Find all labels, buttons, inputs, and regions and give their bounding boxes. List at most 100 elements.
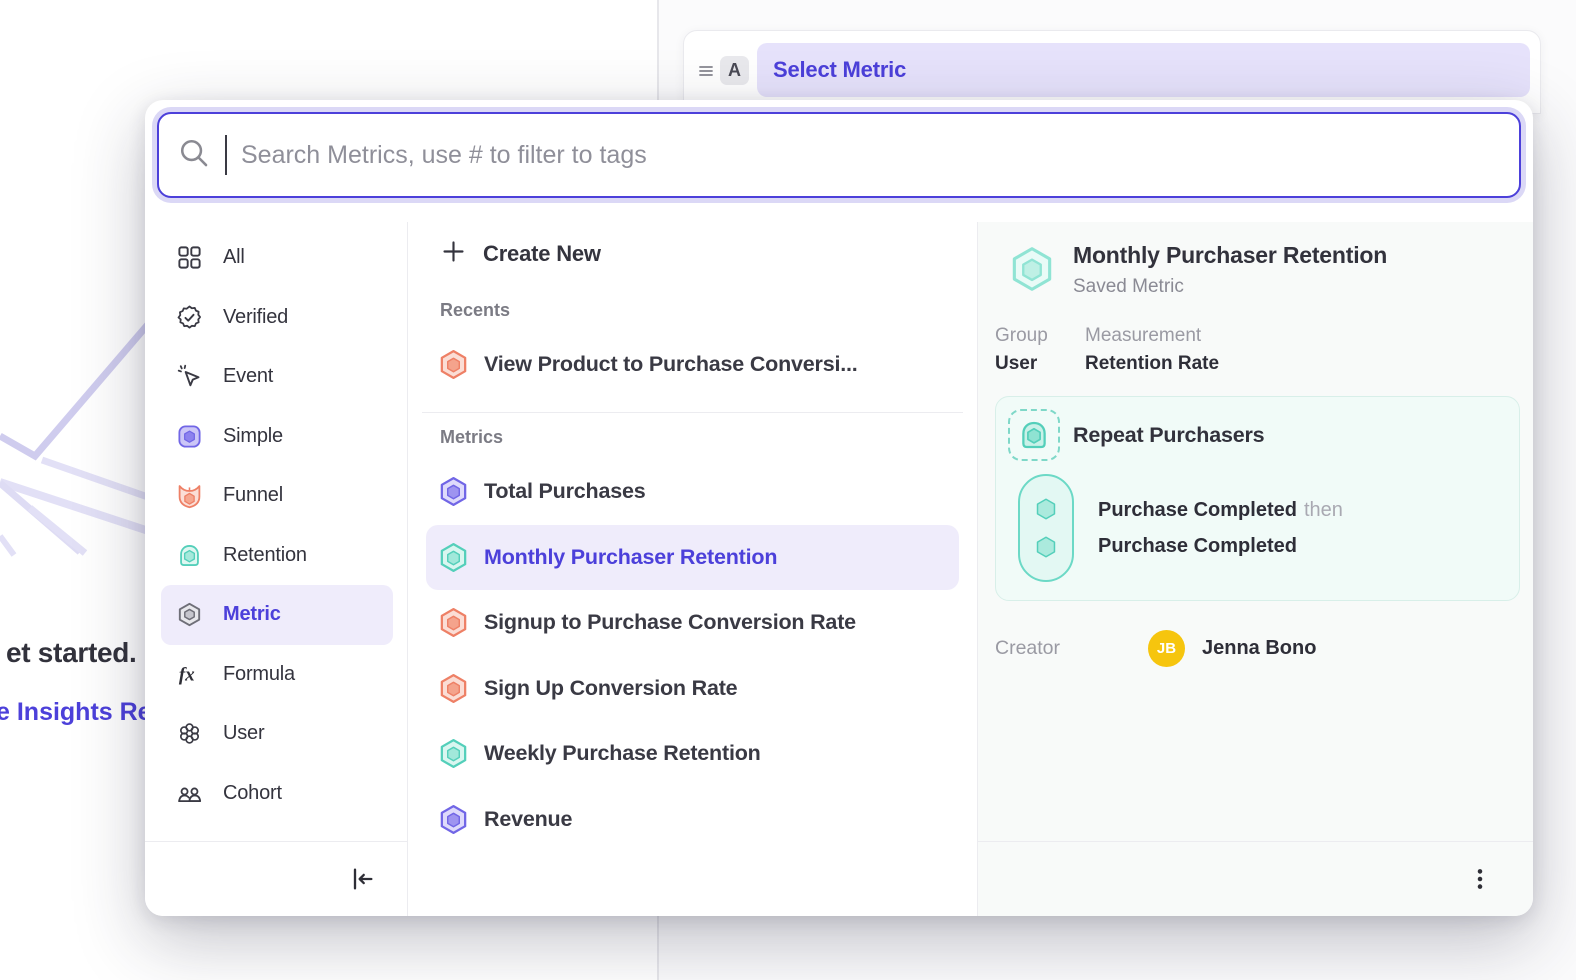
plus-icon (440, 238, 467, 270)
definition-step: Purchase Completed (1098, 535, 1343, 558)
preview-title: Monthly Purchaser Retention (1073, 242, 1387, 269)
step-hexagon-icon (1034, 535, 1058, 559)
sidebar-item-label: Formula (223, 663, 295, 686)
metric-preview-panel: Monthly Purchaser Retention Saved Metric… (978, 222, 1533, 916)
teal-hexagon-icon (437, 541, 470, 574)
grid-icon (176, 244, 203, 271)
metric-list-item[interactable]: Revenue (426, 787, 959, 853)
orange-hexagon-icon (437, 348, 470, 381)
kebab-menu-icon (1467, 866, 1493, 892)
sidebar-item-label: User (223, 722, 264, 745)
retention-definition-icon (1008, 409, 1060, 461)
search-icon (177, 136, 211, 175)
teal-hexagon-icon (437, 737, 470, 770)
purple-hexagon-icon (437, 475, 470, 508)
sidebar-item-label: Cohort (223, 782, 282, 805)
preview-header: Monthly Purchaser Retention Saved Metric (995, 242, 1520, 298)
sidebar-item-label: Metric (223, 603, 281, 626)
orange-hexagon-icon (437, 672, 470, 705)
metric-label: Revenue (484, 807, 572, 832)
create-new-label: Create New (483, 241, 601, 267)
event-cursor-icon (176, 363, 203, 390)
sidebar-item-user[interactable]: User (161, 704, 393, 764)
search-input[interactable] (241, 141, 1501, 170)
sidebar-item-label: Retention (223, 544, 307, 567)
step-event-name: Purchase Completed (1098, 535, 1297, 557)
preview-footer (978, 841, 1533, 916)
select-metric-field[interactable]: Select Metric (757, 43, 1530, 97)
metric-label: Monthly Purchaser Retention (484, 545, 777, 570)
query-letter-badge: A (720, 56, 749, 85)
creator-avatar[interactable]: JB (1148, 630, 1185, 667)
metric-hexagon-icon (176, 601, 203, 628)
sidebar-item-formula[interactable]: fx Formula (161, 645, 393, 705)
section-title: Recents (426, 300, 959, 332)
preview-subtitle: Saved Metric (1073, 276, 1387, 298)
modal-body: All Verified Event Simple Funnel Retention Met… (145, 222, 1533, 916)
step-event-name: Purchase Completed (1098, 499, 1297, 521)
collapse-sidebar-button[interactable] (343, 860, 381, 898)
retention-steps-capsule (1018, 474, 1074, 582)
metric-list-item[interactable]: View Product to Purchase Conversi... (426, 332, 959, 398)
creator-row: Creator JB Jenna Bono (995, 630, 1520, 667)
definition-step: Purchase Completed then (1098, 499, 1343, 522)
svg-text:fx: fx (179, 664, 195, 685)
sidebar-item-simple[interactable]: Simple (161, 407, 393, 467)
get-started-text: et started. (6, 637, 137, 669)
sidebar-item-event[interactable]: Event (161, 347, 393, 407)
measurement-label: Measurement (1085, 325, 1219, 347)
sidebar-item-retention[interactable]: Retention (161, 526, 393, 586)
metric-list-item[interactable]: Signup to Purchase Conversion Rate (426, 590, 959, 656)
screen: et started. e Insights Re A Select Metri… (0, 0, 1576, 980)
sidebar-item-label: Verified (223, 306, 288, 329)
search-box[interactable] (157, 112, 1521, 198)
create-new-button[interactable]: Create New (426, 222, 959, 286)
step-connector: then (1304, 499, 1343, 521)
sidebar-item-metric[interactable]: Metric (161, 585, 393, 645)
sidebar-item-verified[interactable]: Verified (161, 288, 393, 348)
verified-seal-icon (176, 304, 203, 331)
simple-square-icon (176, 423, 203, 450)
formula-fx-icon: fx (176, 661, 203, 688)
metric-list-item[interactable]: Total Purchases (426, 459, 959, 525)
sidebar-item-cohort[interactable]: Cohort (161, 764, 393, 824)
section-divider (422, 412, 963, 414)
group-label: Group (995, 325, 1085, 347)
search-area (145, 100, 1533, 198)
definition-header: Repeat Purchasers (1008, 409, 1503, 461)
metric-list-item[interactable]: Sign Up Conversion Rate (426, 656, 959, 722)
metric-label: Total Purchases (484, 479, 646, 504)
metric-picker-modal: All Verified Event Simple Funnel Retention Met… (145, 100, 1533, 916)
sidebar-item-label: Event (223, 365, 273, 388)
sidebar-item-label: Funnel (223, 484, 283, 507)
orange-hexagon-icon (437, 606, 470, 639)
purple-hexagon-icon (437, 803, 470, 836)
metric-list-item[interactable]: Weekly Purchase Retention (426, 721, 959, 787)
preview-meta: Group User Measurement Retention Rate (995, 325, 1520, 375)
select-metric-label: Select Metric (773, 57, 906, 83)
more-options-button[interactable] (1461, 860, 1499, 898)
group-value: User (995, 353, 1085, 375)
text-caret (225, 135, 227, 175)
collapse-left-icon (348, 865, 376, 893)
metric-list-item[interactable]: Monthly Purchaser Retention (426, 525, 959, 591)
metric-label: Sign Up Conversion Rate (484, 676, 737, 701)
metric-label: Weekly Purchase Retention (484, 741, 761, 766)
insights-report-link[interactable]: e Insights Re (0, 698, 152, 727)
sidebar-item-all[interactable]: All (161, 228, 393, 288)
user-cluster-icon (176, 720, 203, 747)
creator-label: Creator (995, 637, 1148, 660)
metric-definition-card: Repeat Purchasers Purchase Completed then… (995, 396, 1520, 601)
measurement-value: Retention Rate (1085, 353, 1219, 375)
metric-label: View Product to Purchase Conversi... (484, 352, 858, 377)
retention-arch-icon (176, 542, 203, 569)
drag-handle-icon[interactable] (696, 43, 716, 97)
creator-name: Jenna Bono (1202, 637, 1316, 660)
section-title: Metrics (426, 427, 959, 459)
sidebar-footer (145, 841, 407, 916)
metric-label: Signup to Purchase Conversion Rate (484, 610, 856, 635)
teal-hexagon-metric-icon (1007, 244, 1057, 294)
sidebar-item-funnel[interactable]: Funnel (161, 466, 393, 526)
funnel-icon (176, 482, 203, 509)
sidebar-item-label: Simple (223, 425, 283, 448)
